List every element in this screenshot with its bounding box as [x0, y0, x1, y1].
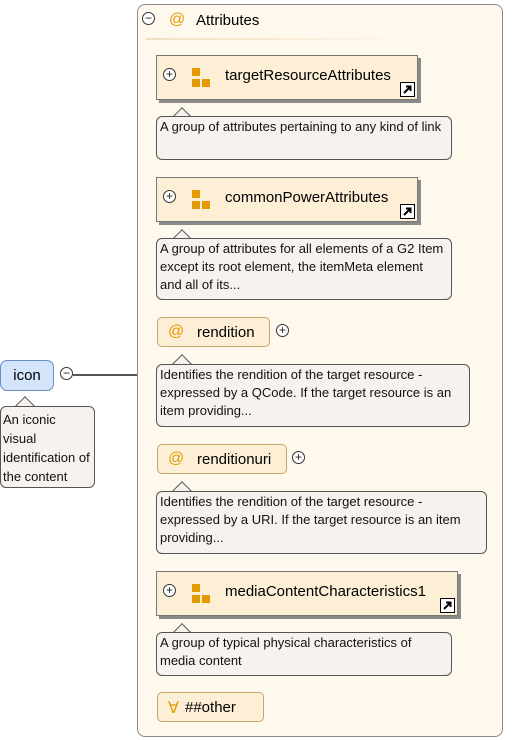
- at-icon: @: [169, 11, 186, 28]
- group-common-power-attributes[interactable]: + commonPowerAttributes: [156, 177, 418, 222]
- expand-button[interactable]: +: [163, 584, 176, 597]
- at-icon: @: [168, 450, 185, 467]
- connector-line: [73, 374, 137, 376]
- expand-button[interactable]: +: [163, 190, 176, 203]
- link-arrow-icon[interactable]: [400, 82, 415, 97]
- group-icon: [192, 68, 210, 88]
- attribute-rendition[interactable]: @ rendition: [157, 317, 270, 347]
- link-arrow-icon[interactable]: [400, 204, 415, 219]
- element-icon[interactable]: icon: [0, 360, 54, 391]
- wildcard-name: ##other: [185, 699, 236, 716]
- attributes-title: Attributes: [196, 12, 260, 29]
- attribute-name: renditionuri: [197, 451, 272, 468]
- header-divider: [146, 38, 411, 40]
- expand-button[interactable]: +: [163, 68, 176, 81]
- attribute-description: Identifies the rendition of the target r…: [156, 364, 470, 427]
- group-description: A group of attributes pertaining to any …: [156, 116, 452, 160]
- expand-button[interactable]: +: [292, 451, 305, 464]
- group-description: A group of attributes for all elements o…: [156, 238, 452, 300]
- wildcard-other[interactable]: ∀ ##other: [157, 692, 264, 722]
- element-description: An iconic visual identification of the c…: [0, 406, 95, 488]
- group-target-resource-attributes[interactable]: + targetResourceAttributes: [156, 55, 418, 100]
- at-icon: @: [168, 323, 185, 340]
- link-arrow-icon[interactable]: [440, 598, 455, 613]
- group-name: commonPowerAttributes: [225, 189, 389, 206]
- element-name: icon: [13, 367, 41, 384]
- attribute-name: rendition: [197, 324, 255, 341]
- attribute-description: Identifies the rendition of the target r…: [156, 491, 487, 554]
- collapse-attributes-button[interactable]: −: [142, 12, 155, 25]
- group-name: targetResourceAttributes: [225, 67, 391, 84]
- group-description: A group of typical physical characterist…: [156, 632, 452, 676]
- expand-button[interactable]: +: [276, 324, 289, 337]
- collapse-element-button[interactable]: −: [60, 367, 73, 380]
- group-name: mediaContentCharacteristics1: [225, 583, 426, 600]
- group-media-content-characteristics[interactable]: + mediaContentCharacteristics1: [156, 571, 458, 616]
- group-icon: [192, 584, 210, 604]
- group-icon: [192, 190, 210, 210]
- any-attribute-icon: ∀: [168, 700, 179, 717]
- attribute-renditionuri[interactable]: @ renditionuri: [157, 444, 287, 474]
